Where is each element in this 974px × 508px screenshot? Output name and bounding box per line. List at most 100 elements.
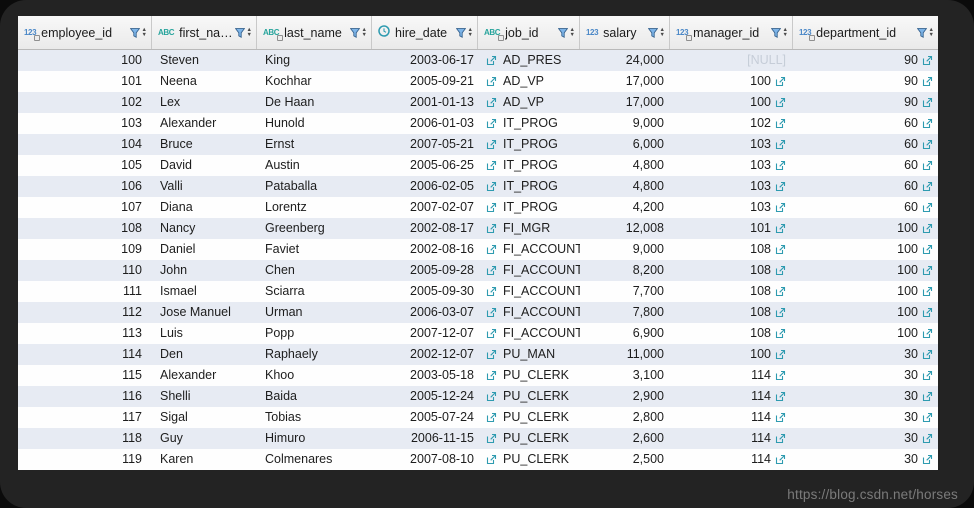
cell-salary[interactable]: 6,900	[580, 323, 670, 344]
cell-department_id[interactable]: 90	[793, 71, 938, 92]
cell-hire_date[interactable]: 2006-11-15	[372, 428, 478, 449]
fk-link-icon[interactable]	[922, 181, 933, 192]
cell-employee_id[interactable]: 102	[18, 92, 152, 113]
filter-icon[interactable]	[647, 27, 658, 38]
cell-job_id[interactable]: AD_VP	[478, 71, 580, 92]
cell-employee_id[interactable]: 113	[18, 323, 152, 344]
cell-department_id[interactable]: 60	[793, 155, 938, 176]
sort-icon[interactable]: ▲ ▼	[362, 27, 367, 38]
cell-salary[interactable]: 17,000	[580, 92, 670, 113]
cell-hire_date[interactable]: 2002-12-07	[372, 344, 478, 365]
cell-last_name[interactable]: Austin	[257, 155, 372, 176]
fk-link-icon[interactable]	[486, 55, 497, 66]
cell-department_id[interactable]: 60	[793, 113, 938, 134]
cell-department_id[interactable]: 100	[793, 239, 938, 260]
cell-employee_id[interactable]: 116	[18, 386, 152, 407]
cell-job_id[interactable]: IT_PROG	[478, 134, 580, 155]
cell-job_id[interactable]: FI_ACCOUNT	[478, 281, 580, 302]
cell-hire_date[interactable]: 2002-08-16	[372, 239, 478, 260]
cell-last_name[interactable]: Faviet	[257, 239, 372, 260]
column-header-first_name[interactable]: ABC first_name ▲ ▼	[152, 16, 257, 49]
fk-link-icon[interactable]	[775, 370, 786, 381]
cell-manager_id[interactable]: 108	[670, 323, 793, 344]
cell-last_name[interactable]: Urman	[257, 302, 372, 323]
cell-hire_date[interactable]: 2005-09-21	[372, 71, 478, 92]
cell-hire_date[interactable]: 2006-02-05	[372, 176, 478, 197]
column-header-department_id[interactable]: 123 department_id ▲ ▼	[793, 16, 938, 49]
cell-employee_id[interactable]: 115	[18, 365, 152, 386]
cell-first_name[interactable]: Guy	[152, 428, 257, 449]
cell-job_id[interactable]: IT_PROG	[478, 155, 580, 176]
fk-link-icon[interactable]	[486, 433, 497, 444]
sort-icon[interactable]: ▲ ▼	[247, 27, 252, 38]
cell-first_name[interactable]: Karen	[152, 449, 257, 470]
cell-salary[interactable]: 12,008	[580, 218, 670, 239]
cell-employee_id[interactable]: 118	[18, 428, 152, 449]
cell-last_name[interactable]: Colmenares	[257, 449, 372, 470]
cell-salary[interactable]: 6,000	[580, 134, 670, 155]
fk-link-icon[interactable]	[486, 328, 497, 339]
cell-manager_id[interactable]: 108	[670, 239, 793, 260]
fk-link-icon[interactable]	[486, 244, 497, 255]
fk-link-icon[interactable]	[486, 286, 497, 297]
cell-last_name[interactable]: Popp	[257, 323, 372, 344]
cell-hire_date[interactable]: 2007-08-10	[372, 449, 478, 470]
cell-first_name[interactable]: Shelli	[152, 386, 257, 407]
fk-link-icon[interactable]	[922, 391, 933, 402]
fk-link-icon[interactable]	[486, 307, 497, 318]
cell-salary[interactable]: 4,200	[580, 197, 670, 218]
filter-icon[interactable]	[349, 27, 360, 38]
cell-hire_date[interactable]: 2002-08-17	[372, 218, 478, 239]
fk-link-icon[interactable]	[775, 202, 786, 213]
cell-first_name[interactable]: Diana	[152, 197, 257, 218]
cell-manager_id[interactable]: 101	[670, 218, 793, 239]
fk-link-icon[interactable]	[922, 244, 933, 255]
cell-manager_id[interactable]: 103	[670, 197, 793, 218]
cell-hire_date[interactable]: 2006-01-03	[372, 113, 478, 134]
cell-employee_id[interactable]: 111	[18, 281, 152, 302]
fk-link-icon[interactable]	[486, 454, 497, 465]
cell-manager_id[interactable]: 114	[670, 428, 793, 449]
fk-link-icon[interactable]	[922, 433, 933, 444]
cell-employee_id[interactable]: 114	[18, 344, 152, 365]
fk-link-icon[interactable]	[486, 139, 497, 150]
cell-last_name[interactable]: Tobias	[257, 407, 372, 428]
cell-job_id[interactable]: PU_CLERK	[478, 428, 580, 449]
column-header-salary[interactable]: 123 salary ▲ ▼	[580, 16, 670, 49]
sort-icon[interactable]: ▲ ▼	[783, 27, 788, 38]
cell-job_id[interactable]: FI_ACCOUNT	[478, 302, 580, 323]
cell-hire_date[interactable]: 2007-02-07	[372, 197, 478, 218]
cell-salary[interactable]: 7,800	[580, 302, 670, 323]
fk-link-icon[interactable]	[775, 223, 786, 234]
filter-icon[interactable]	[557, 27, 568, 38]
cell-employee_id[interactable]: 106	[18, 176, 152, 197]
cell-first_name[interactable]: Den	[152, 344, 257, 365]
cell-first_name[interactable]: Alexander	[152, 113, 257, 134]
cell-hire_date[interactable]: 2007-05-21	[372, 134, 478, 155]
sort-icon[interactable]: ▲ ▼	[929, 27, 934, 38]
fk-link-icon[interactable]	[775, 307, 786, 318]
cell-manager_id[interactable]: 108	[670, 302, 793, 323]
cell-salary[interactable]: 11,000	[580, 344, 670, 365]
cell-salary[interactable]: 9,000	[580, 239, 670, 260]
cell-manager_id[interactable]: 114	[670, 365, 793, 386]
fk-link-icon[interactable]	[922, 286, 933, 297]
cell-employee_id[interactable]: 112	[18, 302, 152, 323]
cell-department_id[interactable]: 60	[793, 134, 938, 155]
fk-link-icon[interactable]	[775, 181, 786, 192]
fk-link-icon[interactable]	[775, 433, 786, 444]
fk-link-icon[interactable]	[486, 76, 497, 87]
cell-hire_date[interactable]: 2007-12-07	[372, 323, 478, 344]
fk-link-icon[interactable]	[922, 328, 933, 339]
cell-first_name[interactable]: Alexander	[152, 365, 257, 386]
cell-job_id[interactable]: FI_MGR	[478, 218, 580, 239]
cell-job_id[interactable]: IT_PROG	[478, 197, 580, 218]
fk-link-icon[interactable]	[775, 328, 786, 339]
cell-manager_id[interactable]: 100	[670, 92, 793, 113]
cell-salary[interactable]: 24,000	[580, 50, 670, 71]
fk-link-icon[interactable]	[775, 454, 786, 465]
cell-salary[interactable]: 2,500	[580, 449, 670, 470]
fk-link-icon[interactable]	[775, 349, 786, 360]
fk-link-icon[interactable]	[922, 412, 933, 423]
cell-employee_id[interactable]: 101	[18, 71, 152, 92]
